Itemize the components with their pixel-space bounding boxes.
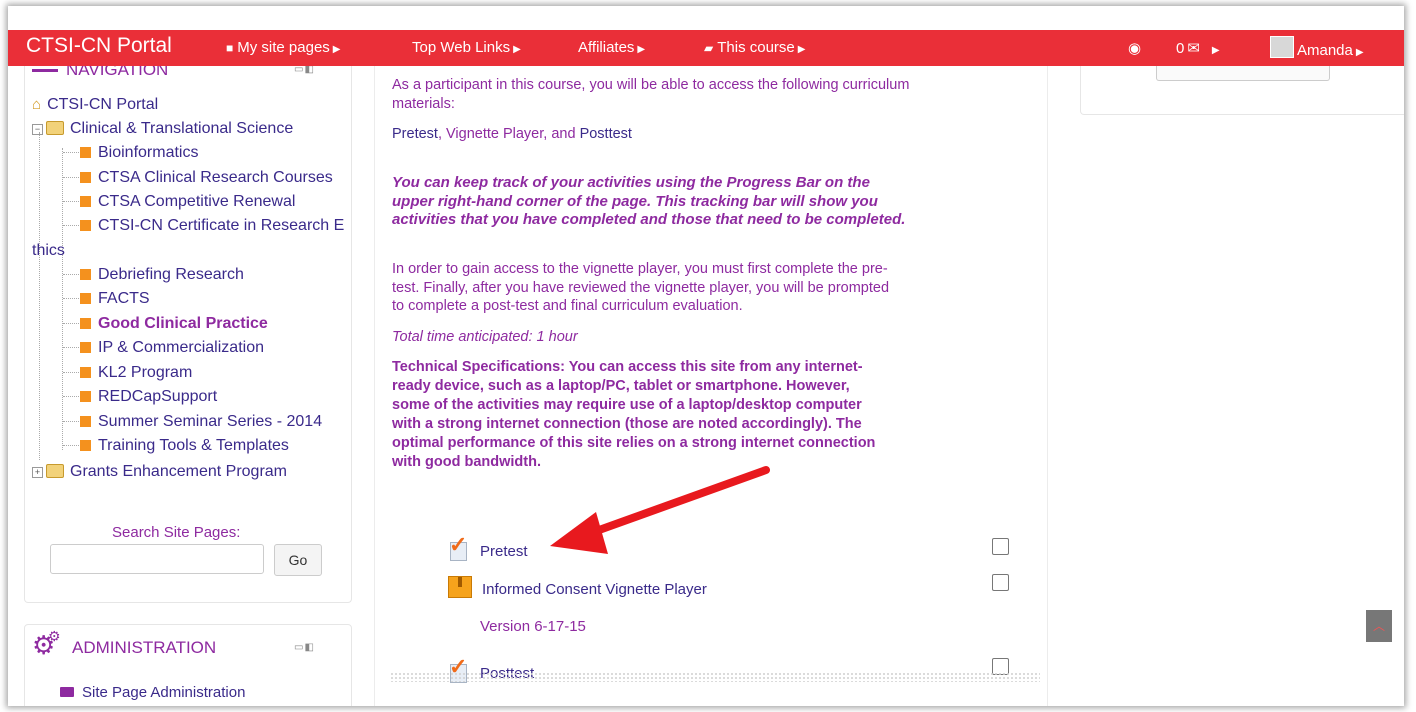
notifications-icon[interactable]: ◉ [1128, 39, 1141, 57]
nav-my-site-pages[interactable]: ■ My site pages ▶ [226, 39, 341, 56]
arrow-shaft [584, 466, 770, 538]
briefcase-icon: ■ [226, 41, 234, 55]
caret-right-icon: ▶ [1211, 45, 1220, 56]
nav-this-course[interactable]: ▰ This course ▶ [704, 39, 805, 56]
brand-link[interactable]: CTSI-CN Portal [26, 34, 172, 58]
caret-right-icon: ▶ [1355, 47, 1364, 58]
envelope-icon: ✉ [1187, 40, 1200, 57]
caret-right-icon: ▶ [797, 44, 806, 55]
caret-right-icon: ▶ [513, 44, 521, 55]
top-navbar: CTSI-CN Portal ■ My site pages ▶ Top Web L… [8, 30, 1404, 66]
caret-right-icon: ▶ [332, 44, 341, 55]
caret-right-icon: ▶ [637, 44, 646, 55]
nav-user-menu[interactable]: Amanda ▶ [1270, 36, 1364, 59]
annotation-arrow [550, 466, 770, 554]
app-window: NAVIGATION ▭◧ ⌂ CTSI-CN Portal − Clinical … [8, 6, 1404, 706]
nav-affiliates[interactable]: Affiliates ▶ [578, 39, 645, 56]
arrow-head [550, 512, 608, 554]
nav-messages[interactable]: 0 ✉ ▶ [1176, 39, 1220, 57]
book-icon: ▰ [704, 41, 714, 55]
avatar [1270, 36, 1294, 58]
nav-top-web-links[interactable]: Top Web Links ▶ [412, 39, 521, 56]
